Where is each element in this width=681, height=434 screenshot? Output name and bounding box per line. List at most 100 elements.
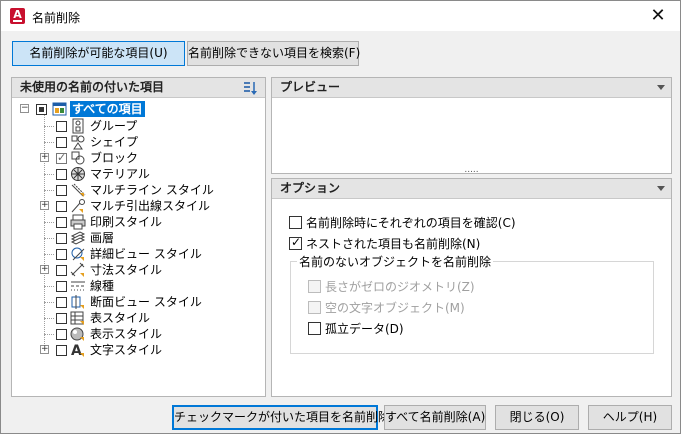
tree-item-label: 表示スタイル [90,327,163,341]
tree-item-shape[interactable]: シェイプ [12,134,265,150]
tree-item-group[interactable]: グループ [12,118,265,134]
text-style-checkbox[interactable] [56,345,67,356]
tree-item-plot-style[interactable]: 印刷スタイル [12,214,265,230]
chevron-down-icon[interactable] [657,85,665,90]
linetype-icon [71,281,85,291]
confirm-each-checkbox[interactable] [289,216,302,229]
preview-panel: プレビュー ..... [271,77,672,175]
empty-text-label: 空の文字オブジェクト(M) [325,301,465,315]
group-icon [72,118,84,134]
svg-text:A: A [71,343,82,358]
shape-checkbox[interactable] [56,137,67,148]
dimension-style-checkbox[interactable] [56,265,67,276]
table-style-icon [70,311,84,325]
expand-icon[interactable]: + [40,201,49,210]
expand-icon[interactable]: + [40,345,49,354]
tree-item-label: 表スタイル [90,311,151,325]
multileader-style-icon [71,199,85,213]
tree-item-label: マルチライン スタイル [90,183,214,197]
section-view-style-checkbox[interactable] [56,297,67,308]
zero-length-option: 長さがゼロのジオメトリ(Z) [308,278,508,294]
multiline-style-icon [71,183,86,197]
unused-items-header: 未使用の名前の付いた項目 [12,78,265,98]
close-icon[interactable]: ✕ [636,1,680,31]
tree-item-label: マルチ引出線スタイル [90,199,211,213]
tree-item-label: グループ [90,119,138,133]
confirm-each-label: 名前削除時にそれぞれの項目を確認(C) [306,216,516,230]
chevron-down-icon[interactable] [657,186,665,191]
purge-tree: − すべての項目 グループ シェイプ + ✓ ブロック マテリアル マルチライン… [12,100,265,396]
visual-style-checkbox[interactable] [56,329,67,340]
tree-item-label: 詳細ビュー スタイル [90,247,202,261]
tree-item-label: 文字スタイル [90,343,163,357]
layer-checkbox[interactable] [56,233,67,244]
tree-item-label: 画層 [90,231,115,245]
purgeable-items-button[interactable]: 名前削除が可能な項目(U) [12,41,185,66]
linetype-checkbox[interactable] [56,281,67,292]
table-style-checkbox[interactable] [56,313,67,324]
empty-text-option: 空の文字オブジェクト(M) [308,299,508,315]
tree-item-label: シェイプ [90,135,139,149]
purge-checked-button[interactable]: チェックマークが付いた項目を名前削除(P) [172,405,407,430]
group-checkbox[interactable] [56,121,67,132]
tree-item-label: 線種 [90,279,115,293]
help-button[interactable]: ヘルプ(H) [588,405,672,430]
close-button[interactable]: 閉じる(O) [495,405,579,430]
orphaned-data-checkbox[interactable] [308,322,321,335]
preview-header[interactable]: プレビュー [272,78,671,98]
find-non-purgeable-button[interactable]: 名前削除できない項目を検索(F) [187,41,360,66]
zero-length-checkbox [308,280,321,293]
options-title: オプション [280,181,341,195]
nested-items-option[interactable]: ネストされた項目も名前削除(N) [289,235,589,251]
autocad-app-icon: A [10,8,25,24]
orphaned-data-label: 孤立データ(D) [325,322,404,336]
plot-style-checkbox[interactable] [56,217,67,228]
detail-view-style-icon [71,247,85,261]
material-checkbox[interactable] [56,169,67,180]
tree-item-dimension-style[interactable]: + 寸法スタイル [12,262,265,278]
multiline-style-checkbox[interactable] [56,185,67,196]
collapse-icon[interactable]: − [20,104,29,113]
tree-item-label: 印刷スタイル [90,215,163,229]
all-items-icon [52,102,67,116]
confirm-each-option[interactable]: 名前削除時にそれぞれの項目を確認(C) [289,214,589,230]
unnamed-objects-group-title: 名前のないオブジェクトを名前削除 [297,253,494,270]
expand-icon[interactable]: + [40,265,49,274]
orphaned-data-option[interactable]: 孤立データ(D) [308,320,508,336]
purge-all-button[interactable]: すべて名前削除(A) [384,405,486,430]
expand-icon[interactable]: + [40,153,49,162]
layer-icon [70,231,86,245]
options-header[interactable]: オプション [272,179,671,199]
tree-root-row[interactable]: − すべての項目 [12,101,265,117]
tree-item-block[interactable]: + ブロック [12,150,265,166]
tree-item-material[interactable]: マテリアル [12,166,265,182]
multileader-style-checkbox[interactable] [56,201,67,212]
tree-item-visual-style[interactable]: 表示スタイル [12,326,265,342]
tree-item-label: ブロック [90,151,139,165]
nested-items-label: ネストされた項目も名前削除(N) [306,237,481,251]
tree-item-multiline-style[interactable]: マルチライン スタイル [12,182,265,198]
tree-root-label: すべての項目 [70,101,145,117]
tree-item-detail-view-style[interactable]: 詳細ビュー スタイル [12,246,265,262]
block-checkbox[interactable] [56,151,67,164]
shape-icon [71,135,85,150]
tree-item-label: 寸法スタイル [90,263,163,277]
tree-item-linetype[interactable]: 線種 [12,278,265,294]
tree-item-table-style[interactable]: 表スタイル [12,310,265,326]
window-title: 名前削除 [32,11,81,25]
purge-dialog: A 名前削除 ✕ 名前削除が可能な項目(U) 名前削除できない項目を検索(F) … [0,0,681,434]
sort-icon[interactable] [243,80,257,96]
tree-item-layer[interactable]: 画層 [12,230,265,246]
nested-items-checkbox[interactable] [289,235,302,250]
tree-item-section-view-style[interactable]: 断面ビュー スタイル [12,294,265,310]
title-bar: A 名前削除 ✕ [1,1,680,31]
root-checkbox[interactable] [36,104,47,115]
dimension-style-icon [70,262,85,277]
unnamed-objects-group: 名前のないオブジェクトを名前削除 長さがゼロのジオメトリ(Z) 空の文字オブジェ… [290,253,654,354]
section-view-style-icon [71,295,84,309]
tree-item-text-style[interactable]: + A 文字スタイル [12,342,265,358]
detail-view-style-checkbox[interactable] [56,249,67,260]
tree-item-multileader-style[interactable]: + マルチ引出線スタイル [12,198,265,214]
preview-splitter[interactable]: ..... [272,165,671,175]
material-icon [71,167,85,181]
